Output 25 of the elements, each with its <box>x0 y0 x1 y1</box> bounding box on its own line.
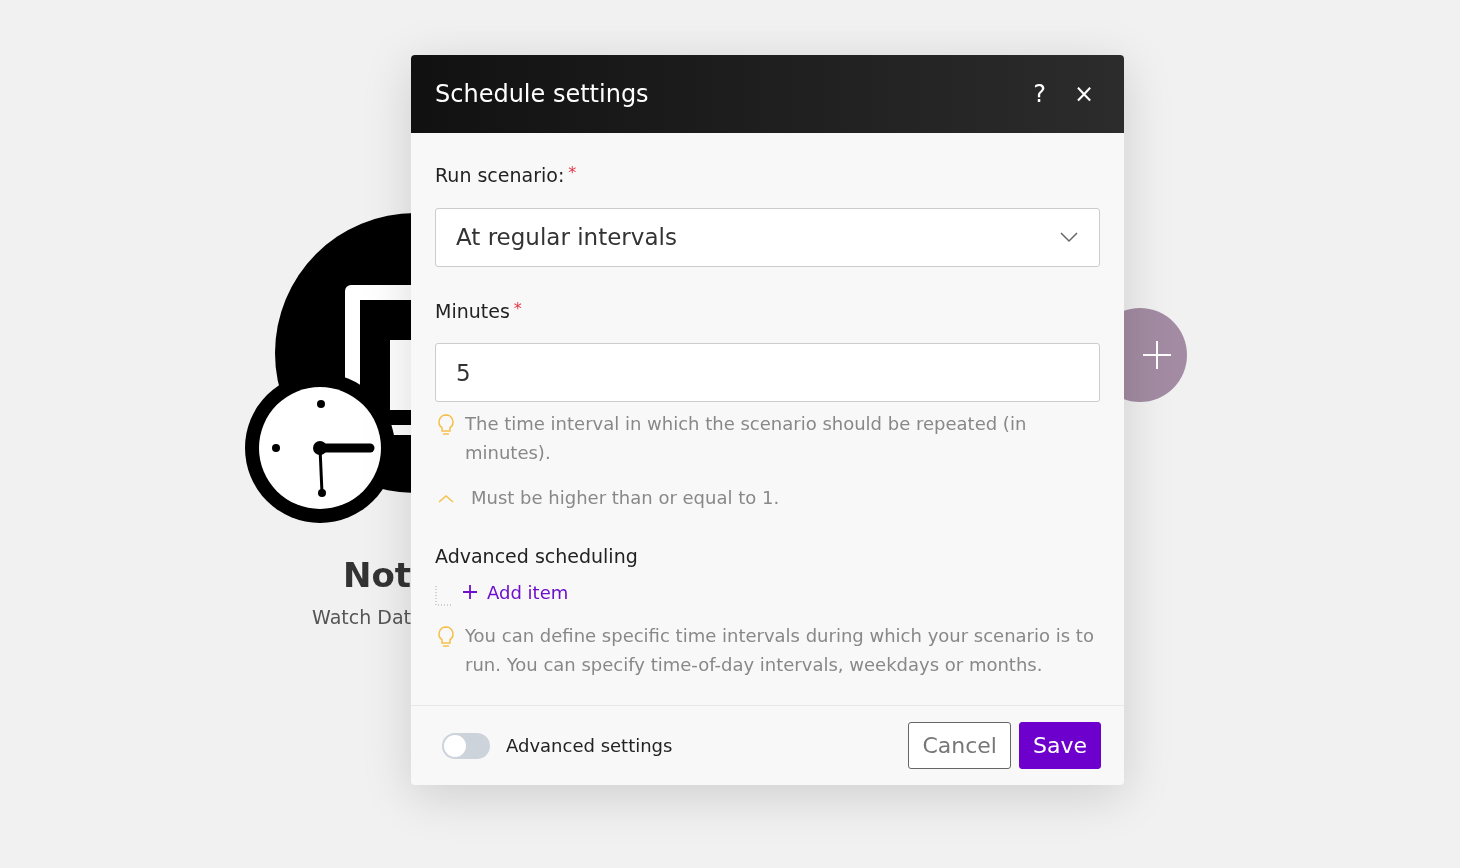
field-label: Minutes <box>435 298 510 324</box>
hint-text: You can define specific time intervals during which your scenario is to run. You can specify time-of-day intervals, weekdays or months. <box>465 623 1095 677</box>
required-marker: * <box>513 297 522 320</box>
save-button[interactable]: Save <box>1019 722 1101 770</box>
dialog-title: Schedule settings <box>435 79 649 110</box>
toggle-switch[interactable] <box>442 733 490 759</box>
input-field[interactable]: 5 <box>435 343 1100 402</box>
hint-text: The time interval in which the scenario should be repeated (in minutes). <box>465 412 1028 465</box>
hint-text: Must be higher than or equal to 1. <box>471 485 780 510</box>
module-subtitle: Watch Dat <box>312 605 411 630</box>
required-marker: * <box>568 162 577 184</box>
section-title: Advanced scheduling <box>435 544 639 570</box>
lightbulb-icon <box>435 624 457 649</box>
dropdown-field[interactable]: At regular intervals <box>435 207 1100 267</box>
plus-icon <box>461 583 479 602</box>
cancel-button[interactable]: Cancel <box>908 722 1011 770</box>
toggle-label: Advanced settings <box>506 734 673 759</box>
field-label: Run scenario: <box>435 163 565 188</box>
help-button[interactable]: ? <box>1027 82 1052 106</box>
lightbulb-icon <box>435 413 457 437</box>
module-title: Not <box>342 554 411 597</box>
add-item-button[interactable]: Add item <box>461 578 569 606</box>
chevron-down-icon <box>1059 231 1079 243</box>
tree-connector-icon <box>435 585 453 606</box>
close-button[interactable]: × <box>1067 82 1100 106</box>
